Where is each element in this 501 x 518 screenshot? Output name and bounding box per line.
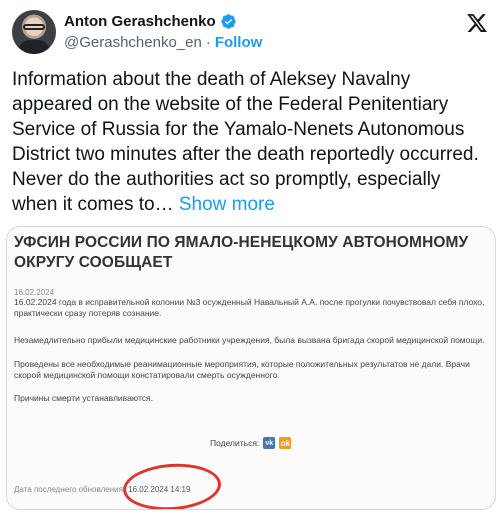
paragraph-3: Проведены все необходимые реанимационные… [14, 359, 470, 380]
tweet-header: Anton Gerashchenko @Gerashchenko_en · Fo… [12, 10, 492, 58]
card-title: УФСИН РОССИИ ПО ЯМАЛО-НЕНЕЦКОМУ АВТОНОМН… [14, 234, 469, 271]
paragraph-1: 16.02.2024 года в исправительной колонии… [14, 297, 485, 318]
tweet-text: Information about the death of Aleksey N… [12, 67, 490, 217]
paragraph-4: Причины смерти устанавливаются. [14, 393, 154, 403]
author-name-row: Anton Gerashchenko [64, 13, 237, 30]
show-more-link[interactable]: Show more [179, 194, 275, 215]
verified-badge-icon [220, 14, 236, 29]
follow-button[interactable]: Follow [215, 34, 263, 51]
publication-date: 16.02.2024 [14, 288, 55, 297]
vk-share-icon[interactable]: vk [263, 437, 276, 449]
handle-row: @Gerashchenko_en · Follow [64, 34, 262, 51]
separator-dot: · [205, 34, 211, 51]
share-row: Поделиться: vk ok [210, 437, 292, 449]
avatar[interactable] [12, 10, 56, 54]
red-highlight-circle [121, 460, 223, 509]
updated-label: Дата последнего обновления: [14, 485, 126, 494]
share-label: Поделиться: [210, 438, 260, 448]
attached-image[interactable]: УФСИН РОССИИ ПО ЯМАЛО-НЕНЕЦКОМУ АВТОНОМН… [6, 226, 496, 510]
paragraph-2: Незамедлительно прибыли медицинские рабо… [14, 335, 485, 345]
author-name[interactable]: Anton Gerashchenko [64, 13, 216, 30]
author-handle[interactable]: @Gerashchenko_en [64, 34, 202, 51]
ok-share-icon[interactable]: ok [279, 437, 292, 449]
x-logo-icon[interactable] [466, 12, 488, 34]
